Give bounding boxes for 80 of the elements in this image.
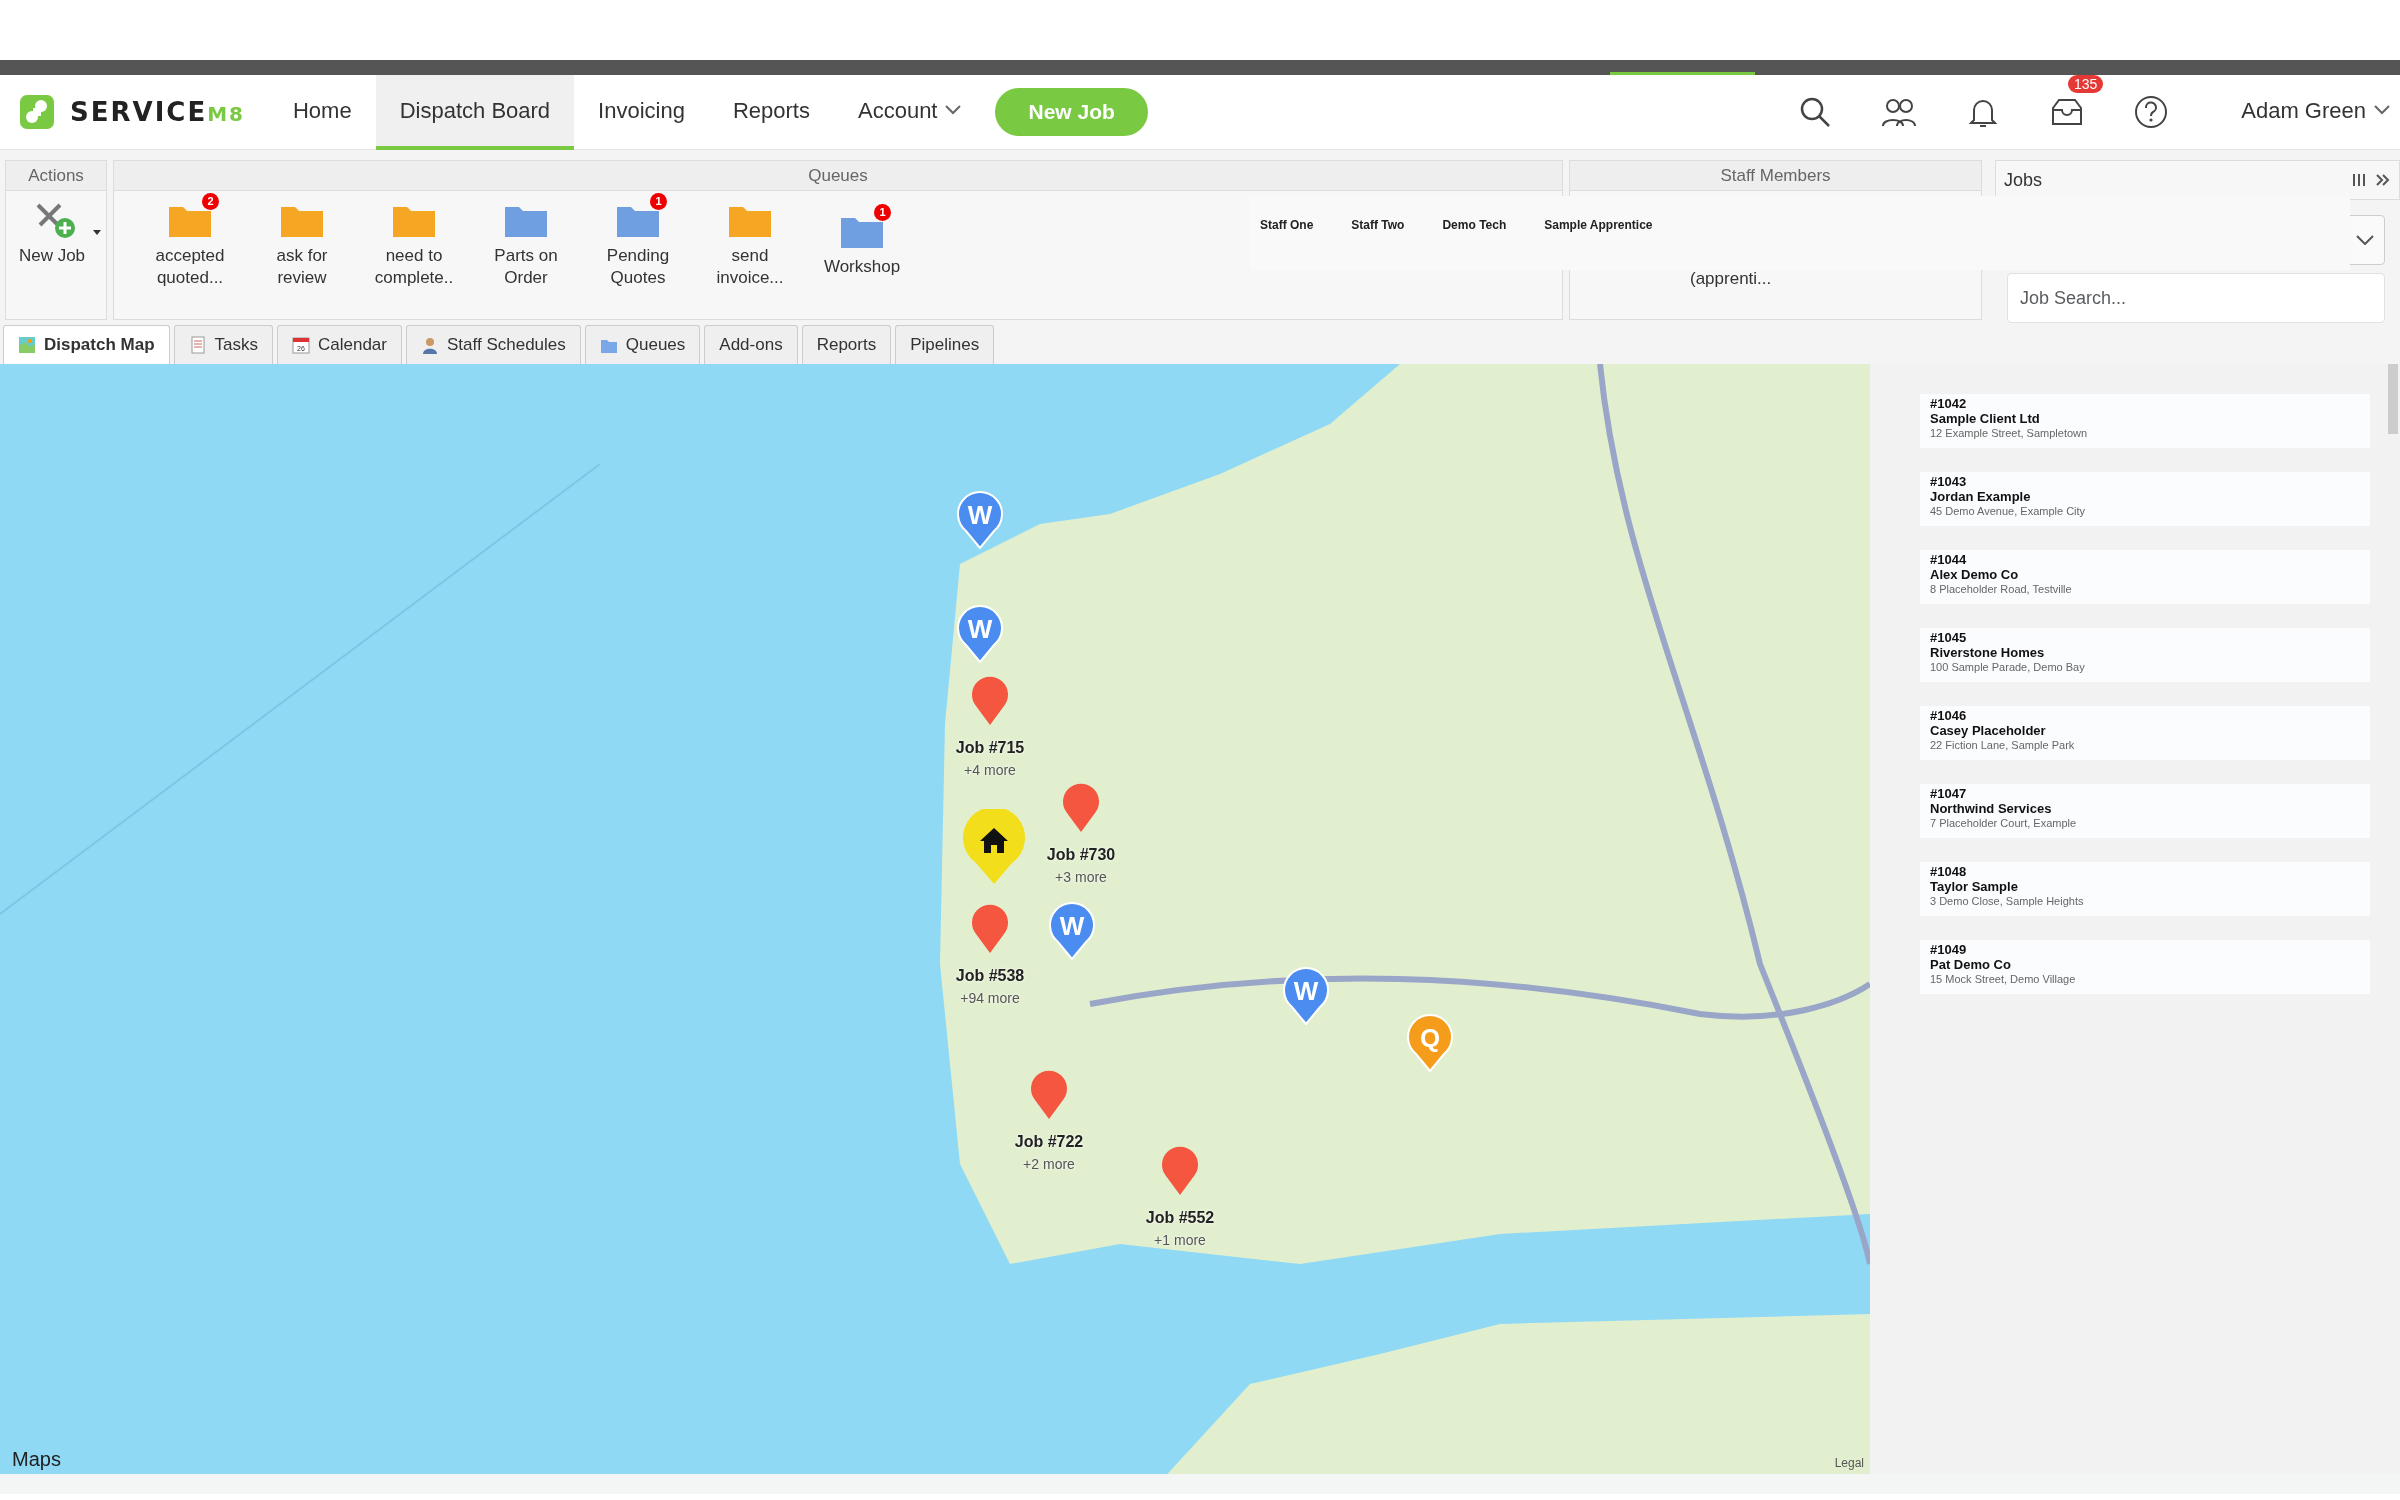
job-number: #1046 — [1930, 707, 1968, 724]
job-card[interactable]: #1045 Riverstone Homes 100 Sample Parade, Demo Bay — [1920, 627, 2370, 682]
client-name: Sample Client Ltd — [1930, 411, 2041, 427]
nav-link[interactable]: Dispatch Board — [375, 74, 575, 150]
nav-link[interactable]: Home — [269, 74, 376, 150]
job-number: #1045 — [1930, 629, 1968, 646]
tab[interactable]: Staff Schedules — [406, 325, 581, 364]
tab[interactable]: Pipelines — [895, 325, 995, 364]
job-number: #1044 — [1930, 551, 1968, 568]
pin-label: Job #538 — [955, 965, 1025, 986]
queue-folder[interactable]: 1 Workshop — [806, 191, 918, 290]
staff-name[interactable]: Staff One — [1260, 216, 1314, 250]
job-card[interactable]: #1046 Casey Placeholder 22 Fiction Lane, Sample Park — [1920, 705, 2370, 760]
panel-title: Staff Members — [1570, 161, 1981, 191]
pin-sublabel: +1 more — [1153, 1230, 1207, 1250]
job-address: 100 Sample Parade, Demo Bay — [1930, 660, 2086, 674]
queue-folder[interactable]: need to complete.. — [358, 191, 470, 290]
client-name: Northwind Services — [1930, 801, 2053, 817]
new-job-action[interactable]: New Job — [6, 191, 106, 268]
job-card[interactable]: #1047 Northwind Services 7 Placeholder Court, Example — [1920, 783, 2370, 838]
pin-label: Job #552 — [1145, 1207, 1215, 1228]
pin-sublabel: +4 more — [963, 760, 1017, 780]
client-name: Alex Demo Co — [1930, 567, 2020, 583]
job-card[interactable]: #1044 Alex Demo Co 8 Placeholder Road, Testville — [1920, 549, 2370, 604]
count-badge: 2 — [202, 193, 219, 210]
client-name: Riverstone Homes — [1930, 645, 2046, 661]
queue-folder[interactable]: send invoice... — [694, 191, 806, 290]
user-menu[interactable]: Adam Green — [2217, 74, 2400, 150]
pin-sublabel: +3 more — [1054, 867, 1108, 887]
queue-folder[interactable]: 2 accepted quoted... — [134, 191, 246, 290]
job-number: #1043 — [1930, 473, 1968, 490]
nav-link[interactable]: Account — [834, 74, 986, 150]
job-address: 22 Fiction Lane, Sample Park — [1930, 738, 2076, 752]
queue-folder[interactable]: ask for review — [246, 191, 358, 290]
notification-badge: 135 — [2067, 75, 2104, 93]
legal-link[interactable]: Legal — [1834, 1453, 1864, 1472]
staff-name[interactable]: Sample Apprentice — [1544, 216, 1653, 250]
pin-label: Job #722 — [1014, 1131, 1084, 1152]
job-address: 45 Demo Avenue, Example City — [1930, 504, 2087, 518]
job-card[interactable]: #1049 Pat Demo Co 15 Mock Street, Demo Village — [1920, 939, 2370, 994]
job-address: 15 Mock Street, Demo Village — [1930, 972, 2077, 986]
panel-title: Actions — [6, 161, 106, 191]
count-badge: 1 — [650, 193, 667, 210]
brand-logo: SERVICE M8 — [70, 95, 245, 129]
tab[interactable]: Tasks — [173, 325, 273, 364]
pin-label: Job #730 — [1046, 844, 1116, 865]
queue-folder[interactable]: 1 Pending Quotes — [582, 191, 694, 290]
job-address: 8 Placeholder Road, Testville — [1930, 582, 2073, 596]
job-address: 7 Placeholder Court, Example — [1930, 816, 2078, 830]
tab[interactable]: Queues — [584, 325, 701, 364]
staff-name[interactable]: Staff Two — [1351, 216, 1405, 250]
pin-label: Job #715 — [955, 737, 1025, 758]
search-field[interactable]: Job Search... — [2007, 273, 2385, 323]
count-badge: 1 — [874, 204, 891, 222]
client-name: Casey Placeholder — [1930, 723, 2047, 739]
pin-sublabel: +2 more — [1022, 1154, 1076, 1174]
job-card[interactable]: #1048 Taylor Sample 3 Demo Close, Sample Heights — [1920, 861, 2370, 916]
nav-link[interactable]: Invoicing — [574, 74, 709, 150]
job-number: #1042 — [1930, 395, 1968, 412]
map-attribution: Maps — [12, 1446, 61, 1472]
pin-sublabel: +94 more — [959, 988, 1021, 1008]
staff-name[interactable]: Demo Tech — [1442, 216, 1507, 250]
client-name: Jordan Example — [1930, 489, 2032, 505]
tab[interactable]: Reports — [801, 325, 892, 364]
job-number: #1049 — [1930, 941, 1968, 958]
panel-title: Jobs — [2004, 168, 2043, 192]
tab[interactable]: Add-ons — [704, 325, 798, 364]
job-address: 12 Example Street, Sampletown — [1930, 426, 2089, 440]
job-card[interactable]: #1042 Sample Client Ltd 12 Example Street, Sampletown — [1920, 393, 2370, 448]
job-address: 3 Demo Close, Sample Heights — [1930, 894, 2085, 908]
client-name: Taylor Sample — [1930, 879, 2019, 895]
queue-folder[interactable]: Parts on Order — [470, 191, 582, 290]
job-number: #1047 — [1930, 785, 1968, 802]
job-card[interactable]: #1043 Jordan Example 45 Demo Avenue, Example City — [1920, 471, 2370, 526]
client-name: Pat Demo Co — [1930, 957, 2012, 973]
job-number: #1048 — [1930, 863, 1968, 880]
tab[interactable]: Dispatch Map — [3, 325, 170, 364]
staff-label: (apprenti... — [1690, 268, 1773, 290]
nav-link[interactable]: Reports — [708, 74, 834, 150]
panel-title: Queues — [114, 161, 1562, 191]
